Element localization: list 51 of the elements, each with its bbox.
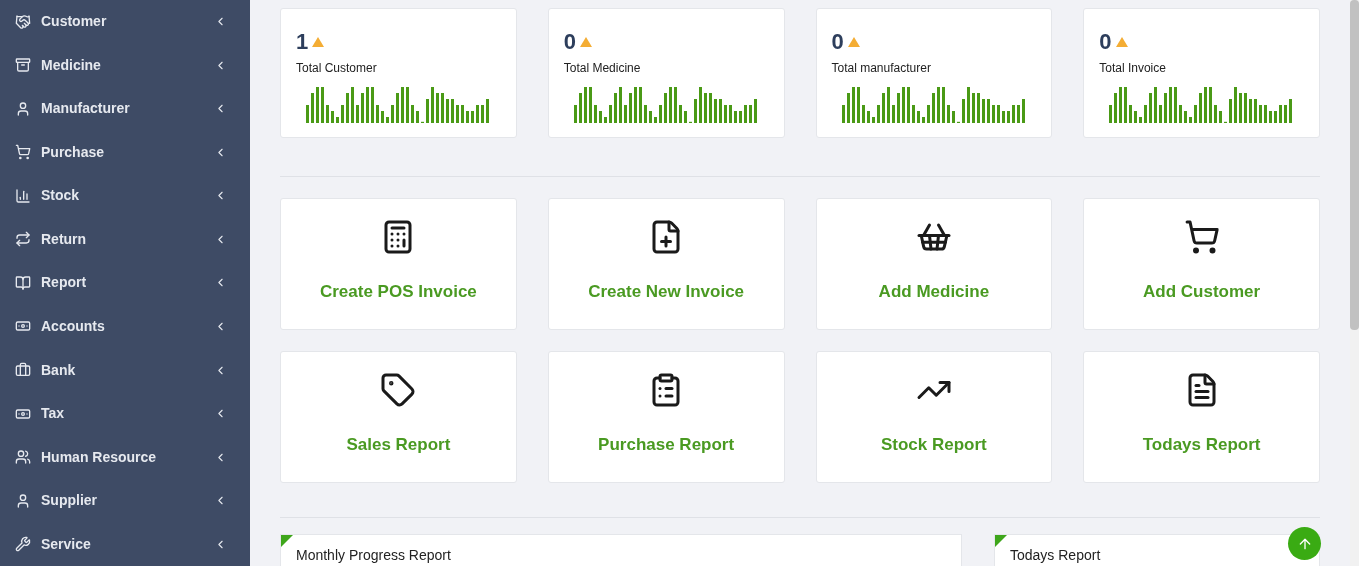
- sidebar-item[interactable]: Accounts: [0, 304, 250, 349]
- sidebar-item[interactable]: Supplier: [0, 478, 250, 523]
- shortcut-tile[interactable]: Sales Report: [280, 351, 517, 483]
- briefcase-icon: [15, 362, 31, 378]
- sidebar-item[interactable]: Manufacturer: [0, 87, 250, 131]
- sidebar-item[interactable]: Purchase: [0, 130, 250, 175]
- shortcut-tile[interactable]: Todays Report: [1083, 351, 1320, 483]
- shortcut-tile[interactable]: Create POS Invoice: [280, 198, 517, 330]
- scroll-top-button[interactable]: [1288, 527, 1321, 560]
- stat-label: Total manufacturer: [831, 60, 932, 77]
- shortcut-tile[interactable]: Create New Invoice: [547, 198, 785, 330]
- box-icon: [15, 57, 31, 74]
- up-triangle-icon: [580, 37, 592, 47]
- bar-chart-icon: [15, 187, 31, 204]
- shortcut-tile[interactable]: Purchase Report: [547, 351, 785, 483]
- sidebar-item[interactable]: Medicine: [0, 43, 250, 88]
- sidebar-item[interactable]: Service: [0, 522, 250, 566]
- up-triangle-icon: [312, 37, 325, 47]
- sidebar-item[interactable]: Report: [0, 261, 250, 305]
- repeat-icon: [15, 231, 31, 248]
- book-icon: [15, 274, 31, 291]
- sidebar-item[interactable]: Customer: [0, 0, 250, 44]
- price-tag-icon: [380, 372, 417, 408]
- stat-value: 0: [563, 29, 576, 55]
- people-icon: [15, 449, 31, 466]
- cart-icon: [1183, 219, 1220, 255]
- shortcut-tile[interactable]: Stock Report: [815, 351, 1053, 483]
- handshake-icon: [15, 13, 31, 30]
- person-icon: [15, 492, 31, 509]
- sidebar-item[interactable]: Return: [0, 217, 250, 262]
- sidebar-item[interactable]: Bank: [0, 348, 250, 392]
- sidebar-item[interactable]: Stock: [0, 174, 250, 218]
- shortcut-tile[interactable]: Add Medicine: [815, 198, 1053, 330]
- stat-label: Total Invoice: [1099, 60, 1167, 77]
- person-icon: [15, 100, 31, 117]
- corner-triangle-icon: [281, 535, 293, 547]
- cart-icon: [15, 144, 31, 161]
- up-triangle-icon: [1115, 37, 1128, 47]
- sidebar-item[interactable]: Human Resource: [0, 435, 250, 479]
- stat-label: Total Customer: [296, 60, 378, 77]
- panel-title: Todays Report: [1010, 547, 1101, 563]
- corner-triangle-icon: [995, 535, 1007, 547]
- stat-value: 1: [296, 29, 309, 55]
- stat-label: Total Medicine: [563, 60, 642, 77]
- stat-value: 0: [831, 29, 844, 55]
- wrench-icon: [15, 536, 31, 553]
- panel-title: Monthly Progress Report: [296, 547, 451, 563]
- shortcut-tile[interactable]: Add Customer: [1083, 198, 1320, 330]
- up-triangle-icon: [847, 37, 860, 47]
- stat-value: 0: [1099, 29, 1112, 55]
- sidebar-item[interactable]: Tax: [0, 391, 250, 436]
